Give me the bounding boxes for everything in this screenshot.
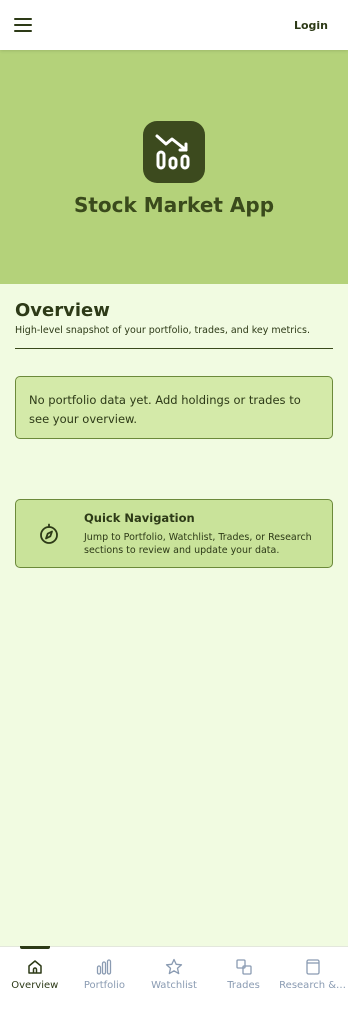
trades-icon xyxy=(235,959,252,975)
nav-label-trades: Trades xyxy=(227,980,260,991)
login-button[interactable]: Login xyxy=(294,19,328,32)
stock-chart-icon xyxy=(143,121,205,183)
home-icon xyxy=(28,960,42,974)
nav-item-overview[interactable]: Overview xyxy=(0,946,70,1015)
divider xyxy=(15,348,333,349)
nav-item-watchlist[interactable]: Watchlist xyxy=(139,947,209,1015)
page-title: Overview xyxy=(15,300,110,321)
quick-navigation-description: Jump to Portfolio, Watchlist, Trades, or… xyxy=(84,532,312,556)
active-tab-indicator xyxy=(19,946,50,949)
page-subtitle: High-level snapshot of your portfolio, t… xyxy=(15,325,310,336)
notebook-icon xyxy=(306,959,320,975)
nav-label-portfolio: Portfolio xyxy=(83,980,125,991)
star-icon xyxy=(165,958,183,975)
compass-icon xyxy=(40,523,58,544)
app-title: Stock Market App xyxy=(73,193,275,217)
hero-banner: Stock Market App xyxy=(0,50,348,284)
quick-navigation-card[interactable]: Quick Navigation Jump to Portfolio, Watc… xyxy=(15,499,333,568)
empty-state-message: No portfolio data yet. Add holdings or t… xyxy=(15,376,333,439)
nav-item-portfolio[interactable]: Portfolio xyxy=(70,947,140,1015)
hamburger-menu-icon[interactable] xyxy=(14,18,32,32)
bottom-navigation-bar: Overview Portfolio Watchlist Trades Rese… xyxy=(0,946,348,1015)
nav-label-research: Research & ... xyxy=(279,980,348,991)
nav-label-overview: Overview xyxy=(11,980,59,991)
top-app-bar: Login xyxy=(0,0,348,50)
bar-chart-icon xyxy=(97,959,112,975)
overview-section: Overview High-level snapshot of your por… xyxy=(15,300,333,349)
nav-item-research[interactable]: Research & ... xyxy=(278,947,348,1015)
nav-label-watchlist: Watchlist xyxy=(151,980,197,991)
quick-navigation-title: Quick Navigation xyxy=(84,511,195,525)
nav-item-trades[interactable]: Trades xyxy=(209,947,279,1015)
